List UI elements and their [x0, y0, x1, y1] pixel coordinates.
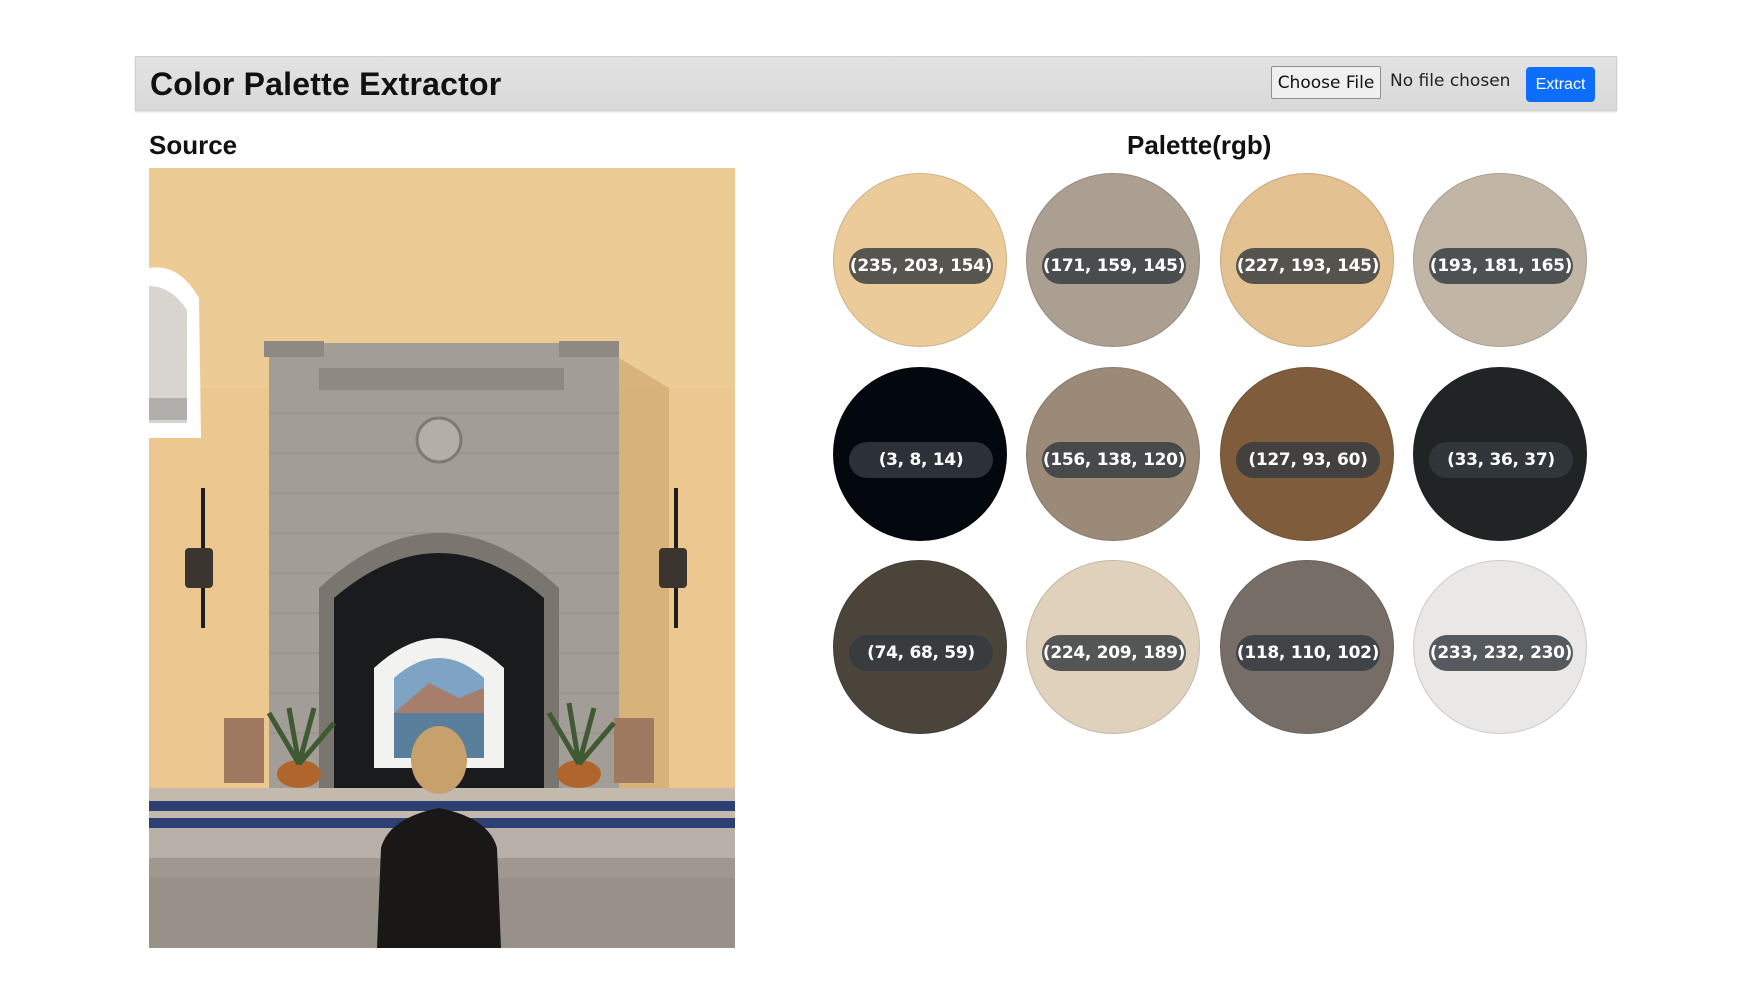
palette-swatch: (156, 138, 120) [1026, 367, 1200, 541]
swatch-label: (227, 193, 145) [1236, 248, 1380, 284]
swatch-label: (118, 110, 102) [1236, 635, 1380, 671]
palette-swatch: (227, 193, 145) [1220, 173, 1394, 347]
swatch-label: (235, 203, 154) [849, 248, 993, 284]
palette-swatch: (233, 232, 230) [1413, 560, 1587, 734]
palette-swatch: (33, 36, 37) [1413, 367, 1587, 541]
swatch-label: (156, 138, 120) [1042, 442, 1186, 478]
source-image [149, 168, 735, 948]
swatch-label: (193, 181, 165) [1429, 248, 1573, 284]
file-status-text: No file chosen [1390, 71, 1511, 91]
choose-file-button[interactable]: Choose File [1271, 66, 1381, 99]
swatch-label: (127, 93, 60) [1236, 442, 1380, 478]
swatch-label: (171, 159, 145) [1042, 248, 1186, 284]
palette-swatch: (235, 203, 154) [833, 173, 1007, 347]
palette-swatch: (171, 159, 145) [1026, 173, 1200, 347]
palette-swatch: (74, 68, 59) [833, 560, 1007, 734]
palette-swatch: (193, 181, 165) [1413, 173, 1587, 347]
app-title: Color Palette Extractor [150, 66, 502, 102]
swatch-label: (33, 36, 37) [1429, 442, 1573, 478]
extract-button[interactable]: Extract [1526, 67, 1595, 102]
swatch-label: (74, 68, 59) [849, 635, 993, 671]
palette-heading: Palette(rgb) [1127, 130, 1272, 160]
app-header: Color Palette Extractor Choose File No f… [135, 56, 1617, 111]
palette-swatch: (224, 209, 189) [1026, 560, 1200, 734]
source-heading: Source [149, 130, 238, 160]
palette-swatch: (3, 8, 14) [833, 367, 1007, 541]
swatch-label: (3, 8, 14) [849, 442, 993, 478]
swatch-label: (233, 232, 230) [1429, 635, 1573, 671]
palette-swatch: (118, 110, 102) [1220, 560, 1394, 734]
swatch-label: (224, 209, 189) [1042, 635, 1186, 671]
palette-swatch: (127, 93, 60) [1220, 367, 1394, 541]
